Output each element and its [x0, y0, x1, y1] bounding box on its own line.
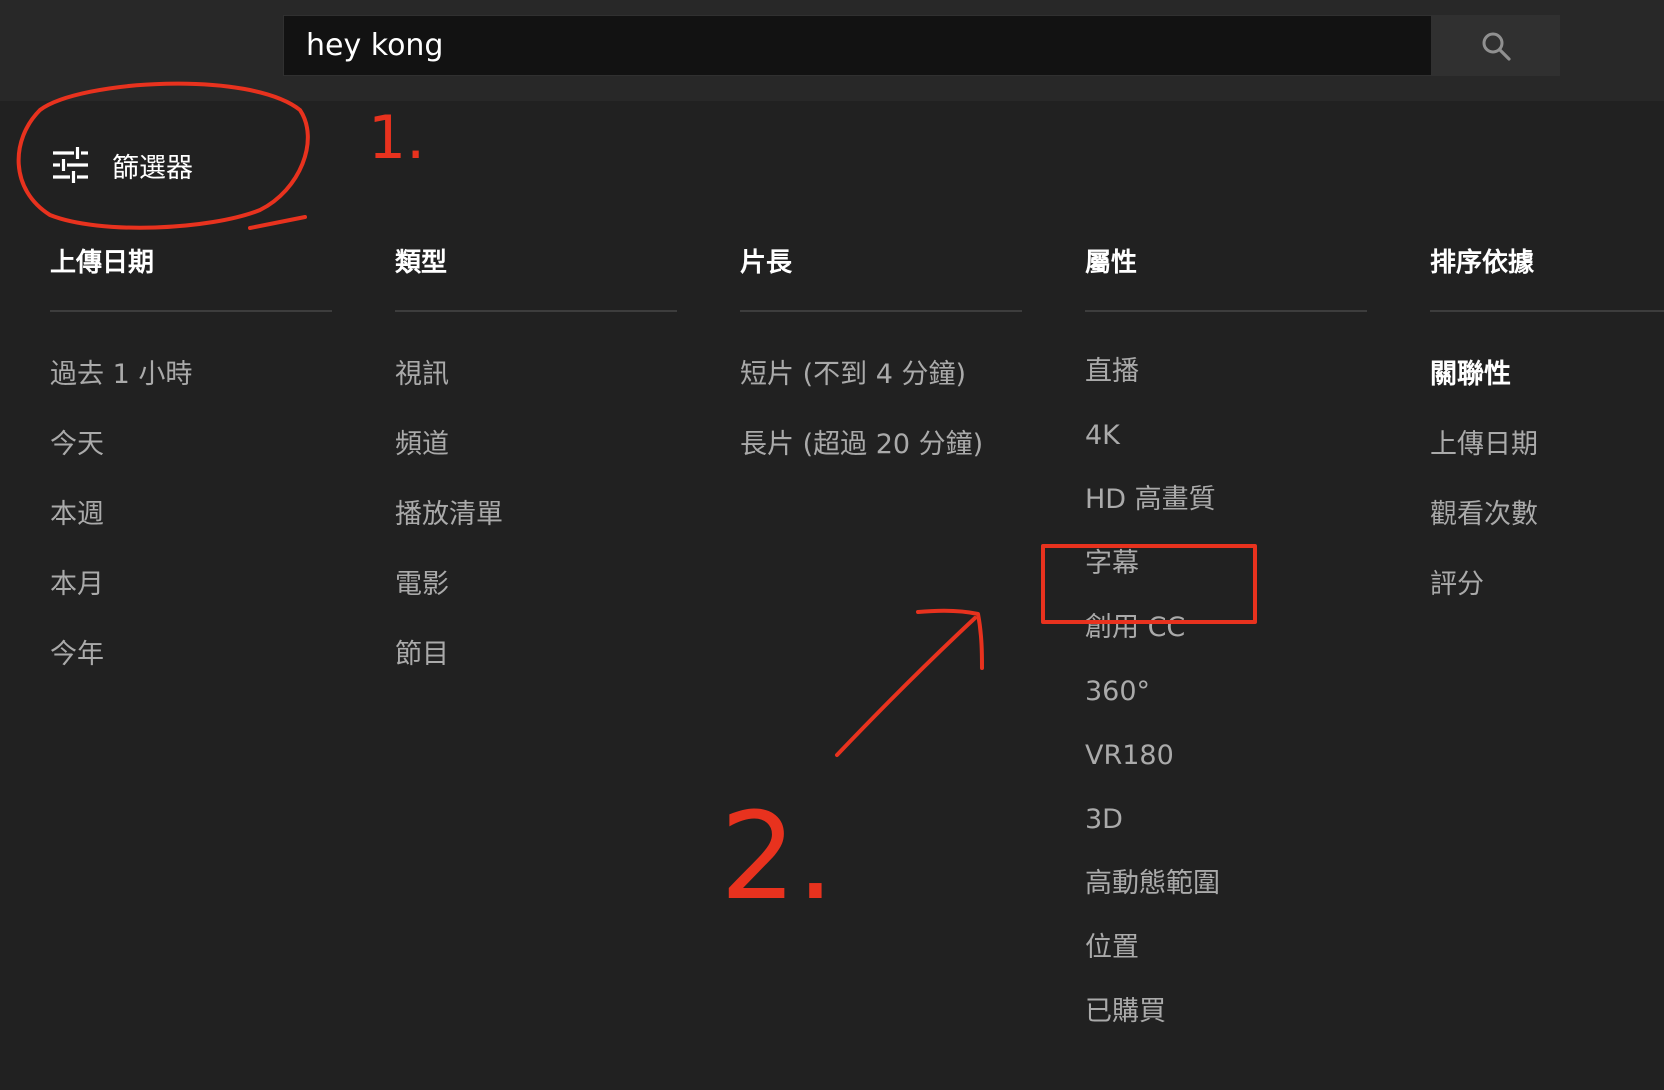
filter-option[interactable]: 頻道 — [395, 410, 677, 480]
annotation-step-1: 1. — [368, 103, 425, 173]
divider — [50, 310, 332, 312]
filter-option[interactable]: VR180 — [1085, 724, 1367, 788]
filter-group-type: 類型 視訊 頻道 播放清單 電影 節目 — [395, 243, 677, 690]
sort-option[interactable]: 觀看次數 — [1430, 480, 1664, 550]
filter-option[interactable]: 4K — [1085, 404, 1367, 468]
filter-option[interactable]: 3D — [1085, 788, 1367, 852]
divider — [1430, 310, 1664, 312]
filters-label: 篩選器 — [112, 152, 193, 184]
group-header: 類型 — [395, 248, 448, 278]
sliders-icon — [50, 145, 90, 185]
filters-button[interactable]: 篩選器 — [50, 145, 193, 185]
filter-option[interactable]: 360° — [1085, 660, 1367, 724]
filter-option[interactable]: 本月 — [50, 550, 332, 620]
filter-option[interactable]: 已購買 — [1085, 980, 1367, 1044]
filter-option[interactable]: 位置 — [1085, 916, 1367, 980]
filter-option[interactable]: HD 高畫質 — [1085, 468, 1367, 532]
sort-option-selected[interactable]: 關聯性 — [1430, 340, 1664, 410]
divider — [740, 310, 1022, 312]
filter-option[interactable]: 高動態範圍 — [1085, 852, 1367, 916]
group-header: 排序依據 — [1430, 248, 1535, 278]
filter-option-subtitles[interactable]: 字幕 — [1085, 532, 1367, 596]
filter-option[interactable]: 視訊 — [395, 340, 677, 410]
search-bar — [283, 15, 1560, 76]
filter-option[interactable]: 長片 (超過 20 分鐘) — [740, 410, 1022, 480]
group-header: 片長 — [740, 248, 793, 278]
filter-option[interactable]: 電影 — [395, 550, 677, 620]
search-icon — [1482, 32, 1511, 61]
filter-option[interactable]: 今天 — [50, 410, 332, 480]
annotation-arrow — [835, 616, 977, 757]
filter-option[interactable]: 今年 — [50, 620, 332, 690]
annotation-step-2: 2. — [720, 788, 835, 927]
annotation-circle-tail — [248, 215, 307, 230]
search-input[interactable] — [283, 15, 1432, 76]
filter-option[interactable]: 播放清單 — [395, 480, 677, 550]
search-button[interactable] — [1432, 15, 1560, 76]
annotation-arrowhead — [916, 608, 984, 670]
filter-option[interactable]: 創用 CC — [1085, 596, 1367, 660]
divider — [395, 310, 677, 312]
filter-option[interactable]: 直播 — [1085, 340, 1367, 404]
masthead — [0, 0, 1664, 101]
group-header: 屬性 — [1085, 248, 1138, 278]
divider — [1085, 310, 1367, 312]
group-header: 上傳日期 — [50, 248, 155, 278]
sort-option[interactable]: 評分 — [1430, 550, 1664, 620]
filter-group-duration: 片長 短片 (不到 4 分鐘) 長片 (超過 20 分鐘) — [740, 243, 1022, 480]
filter-option[interactable]: 過去 1 小時 — [50, 340, 332, 410]
filter-option[interactable]: 本週 — [50, 480, 332, 550]
filter-option[interactable]: 節目 — [395, 620, 677, 690]
filter-group-sort-by: 排序依據 關聯性 上傳日期 觀看次數 評分 — [1430, 243, 1664, 620]
filter-option[interactable]: 短片 (不到 4 分鐘) — [740, 340, 1022, 410]
sort-option[interactable]: 上傳日期 — [1430, 410, 1664, 480]
filter-group-features: 屬性 直播 4K HD 高畫質 字幕 創用 CC 360° VR180 3D 高… — [1085, 243, 1367, 1044]
filter-group-upload-date: 上傳日期 過去 1 小時 今天 本週 本月 今年 — [50, 243, 332, 690]
